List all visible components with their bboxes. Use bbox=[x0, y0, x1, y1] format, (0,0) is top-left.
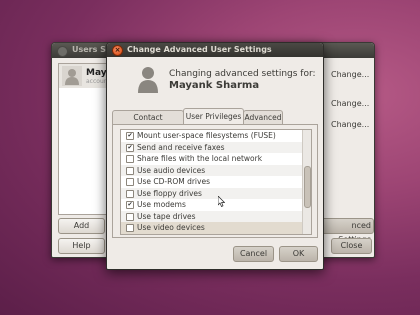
checkbox[interactable] bbox=[126, 166, 134, 175]
scrollbar-thumb[interactable] bbox=[304, 166, 311, 208]
checkbox[interactable] bbox=[126, 178, 134, 186]
privilege-label: Use tape drives bbox=[137, 211, 196, 221]
privilege-item[interactable]: Share files with the local network bbox=[121, 153, 311, 165]
privilege-item[interactable]: Use tape drives bbox=[121, 210, 311, 222]
dialog-titlebar: × Change Advanced User Settings bbox=[107, 43, 323, 57]
privilege-item[interactable]: ✔ Mount user-space filesystems (FUSE) bbox=[121, 130, 311, 142]
tab-user-privileges[interactable]: User Privileges bbox=[183, 108, 244, 125]
change-button-1[interactable]: Change... bbox=[331, 70, 369, 79]
checkbox[interactable]: ✔ bbox=[126, 143, 134, 152]
checkbox[interactable] bbox=[126, 155, 134, 163]
user-account-type: accoun bbox=[86, 78, 108, 85]
advanced-settings-dialog: × Change Advanced User Settings Changing… bbox=[106, 42, 324, 270]
ok-button[interactable]: OK bbox=[279, 246, 318, 262]
user-avatar-icon bbox=[62, 66, 82, 86]
privileges-panel: ✔ Mount user-space filesystems (FUSE) ✔ … bbox=[112, 124, 318, 238]
dialog-user-name: Mayank Sharma bbox=[169, 80, 260, 91]
privilege-item[interactable]: Use video devices bbox=[121, 222, 311, 234]
checkbox[interactable] bbox=[126, 212, 134, 221]
privilege-label: Use video devices bbox=[137, 223, 205, 232]
privilege-label: Use modems bbox=[137, 200, 186, 209]
privilege-label: Use audio devices bbox=[137, 165, 206, 175]
checkbox[interactable] bbox=[126, 189, 134, 198]
privilege-item[interactable]: Use CD-ROM drives bbox=[121, 176, 311, 188]
tab-advanced[interactable]: Advanced bbox=[243, 110, 283, 124]
user-list-item[interactable]: Maya accoun bbox=[59, 64, 113, 88]
user-avatar-icon bbox=[138, 67, 158, 93]
add-user-button[interactable]: Add bbox=[58, 218, 105, 234]
tab-contact-information[interactable]: Contact Information bbox=[112, 110, 184, 135]
dialog-close-icon[interactable]: × bbox=[112, 45, 123, 56]
change-button-3[interactable]: Change... bbox=[331, 120, 369, 129]
privilege-item[interactable]: Use floppy drives bbox=[121, 187, 311, 199]
user-list[interactable]: Maya accoun bbox=[58, 63, 113, 215]
list-scrollbar[interactable] bbox=[302, 130, 311, 234]
checkbox[interactable]: ✔ bbox=[126, 201, 134, 209]
close-button[interactable]: Close bbox=[331, 238, 372, 254]
privilege-label: Use CD-ROM drives bbox=[137, 177, 210, 186]
advanced-settings-button[interactable]: nced Settings bbox=[318, 218, 374, 244]
checkbox[interactable]: ✔ bbox=[126, 132, 134, 140]
mouse-pointer-icon bbox=[218, 196, 225, 207]
checkbox[interactable] bbox=[126, 224, 134, 232]
change-button-2[interactable]: Change... bbox=[331, 99, 369, 108]
privilege-label: Mount user-space filesystems (FUSE) bbox=[137, 131, 276, 140]
privilege-label: Share files with the local network bbox=[137, 154, 263, 163]
privilege-item[interactable]: ✔ Use modems bbox=[121, 199, 311, 211]
privilege-label: Send and receive faxes bbox=[137, 142, 225, 152]
help-button[interactable]: Help bbox=[58, 238, 105, 254]
privilege-item[interactable]: Use audio devices bbox=[121, 164, 311, 176]
dialog-title: Change Advanced User Settings bbox=[127, 45, 272, 54]
window-close-icon[interactable] bbox=[57, 46, 68, 57]
privilege-item[interactable]: ✔ Send and receive faxes bbox=[121, 141, 311, 153]
privileges-list[interactable]: ✔ Mount user-space filesystems (FUSE) ✔ … bbox=[120, 129, 312, 235]
cancel-button[interactable]: Cancel bbox=[233, 246, 274, 262]
privilege-label: Use floppy drives bbox=[137, 188, 202, 198]
dialog-heading: Changing advanced settings for: bbox=[169, 69, 316, 79]
